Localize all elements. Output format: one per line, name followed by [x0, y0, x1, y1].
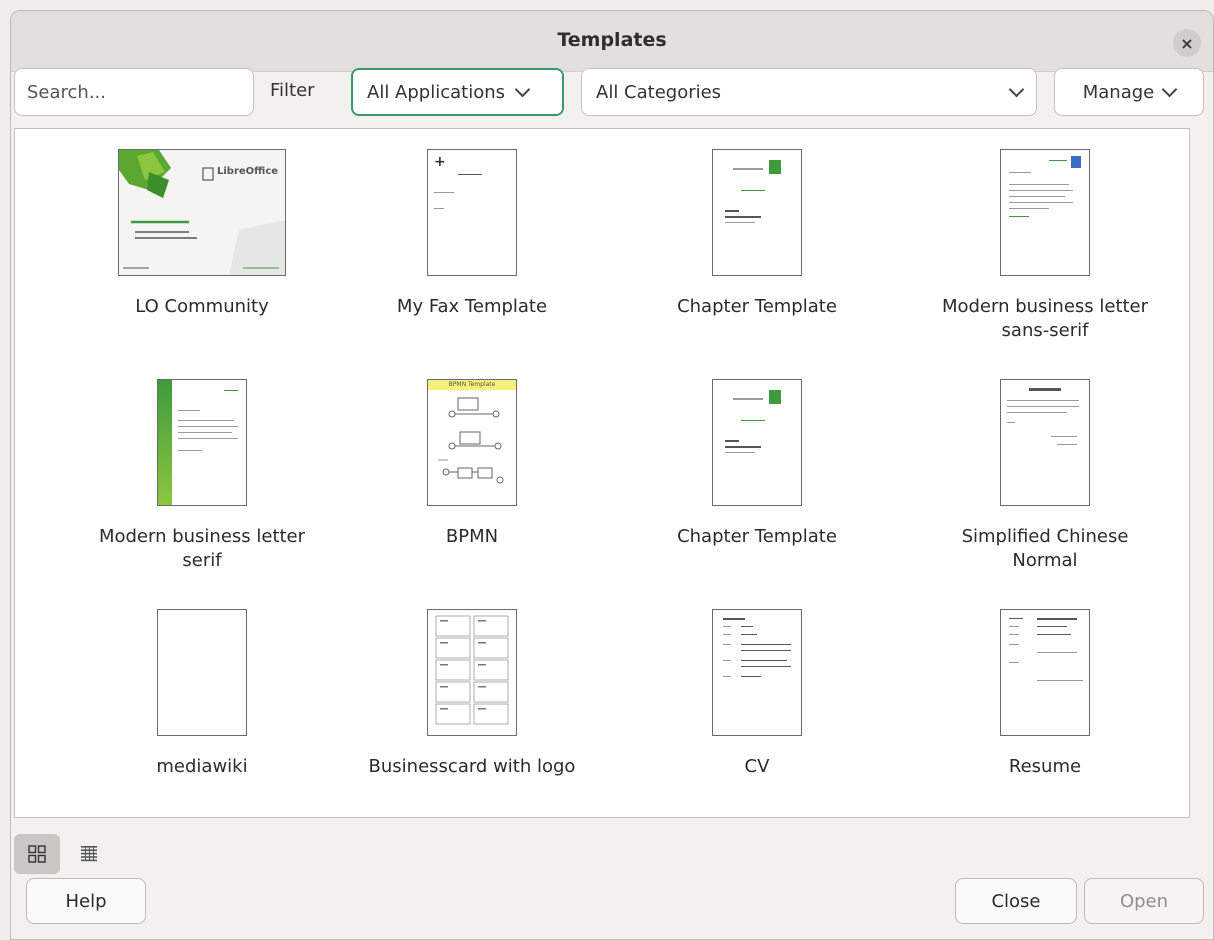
template-label: BPMN — [445, 526, 499, 547]
template-thumbnail — [157, 609, 247, 736]
dialog-title: Templates — [557, 29, 667, 51]
template-thumbnail — [157, 379, 247, 506]
grid-view-icon — [28, 845, 46, 863]
open-button[interactable]: Open — [1084, 878, 1204, 924]
template-item[interactable]: BPMN Template BPMN — [327, 369, 617, 599]
chevron-down-icon — [1008, 81, 1025, 98]
template-thumbnail: + — [427, 149, 517, 276]
template-item[interactable]: Simplified Chinese Normal — [900, 369, 1190, 599]
close-icon[interactable]: × — [1173, 29, 1201, 57]
template-item[interactable]: LibreOffice LO Community — [57, 139, 347, 369]
template-item[interactable]: + My Fax Template — [327, 139, 617, 369]
close-button[interactable]: Close — [955, 878, 1077, 924]
template-thumbnail — [712, 609, 802, 736]
template-item[interactable]: Chapter Template — [612, 369, 902, 599]
search-input[interactable] — [14, 68, 254, 116]
list-view-icon — [81, 846, 97, 862]
bpmn-diagram-thumbnail — [438, 397, 504, 484]
template-item[interactable]: Businesscard with logo — [327, 599, 617, 829]
title-bar: Templates × — [11, 11, 1213, 72]
list-view-button[interactable] — [74, 838, 104, 870]
template-item[interactable]: Chapter Template — [612, 139, 902, 369]
template-label: mediawiki — [156, 756, 248, 777]
template-thumbnail — [1000, 609, 1090, 736]
template-item[interactable]: CV — [612, 599, 902, 829]
libreoffice-logo-text: LibreOffice — [217, 166, 279, 177]
grid-view-button[interactable] — [14, 834, 60, 874]
manage-button[interactable]: Manage — [1054, 68, 1204, 116]
template-thumbnail: BPMN Template — [427, 379, 517, 506]
help-button[interactable]: Help — [26, 878, 146, 924]
template-label: Businesscard with logo — [368, 756, 576, 777]
applications-dropdown[interactable]: All Applications — [351, 68, 564, 116]
chevron-down-icon — [514, 81, 531, 98]
template-label: Simplified Chinese Normal — [961, 526, 1129, 571]
template-label: Resume — [1008, 756, 1082, 777]
businesscard-grid-thumbnail — [435, 615, 509, 725]
categories-value: All Categories — [596, 81, 722, 103]
filter-label: Filter — [270, 80, 315, 101]
template-label: CV — [744, 756, 770, 777]
template-item[interactable]: Resume — [900, 599, 1190, 829]
template-thumbnail — [1000, 149, 1090, 276]
template-thumbnail — [712, 149, 802, 276]
chevron-down-icon — [1161, 81, 1178, 98]
template-label: Chapter Template — [677, 526, 837, 547]
template-label: LO Community — [135, 296, 269, 317]
template-label: My Fax Template — [396, 296, 548, 317]
template-item[interactable]: Modern business letter sans-serif — [900, 139, 1190, 369]
template-label: Chapter Template — [677, 296, 837, 317]
template-item[interactable]: Modern business letter serif — [57, 369, 347, 599]
template-thumbnail — [1000, 379, 1090, 506]
manage-label: Manage — [1082, 81, 1155, 103]
template-thumbnail — [427, 609, 517, 736]
template-label: Modern business letter sans-serif — [941, 296, 1149, 341]
template-thumbnail — [712, 379, 802, 506]
applications-value: All Applications — [367, 81, 505, 103]
categories-dropdown[interactable]: All Categories — [581, 68, 1037, 116]
template-item[interactable]: mediawiki — [57, 599, 347, 829]
template-icon-view: LibreOffice LO Community + My Fax Templa… — [14, 128, 1190, 818]
template-thumbnail: LibreOffice — [118, 149, 286, 276]
template-label: Modern business letter serif — [98, 526, 306, 571]
